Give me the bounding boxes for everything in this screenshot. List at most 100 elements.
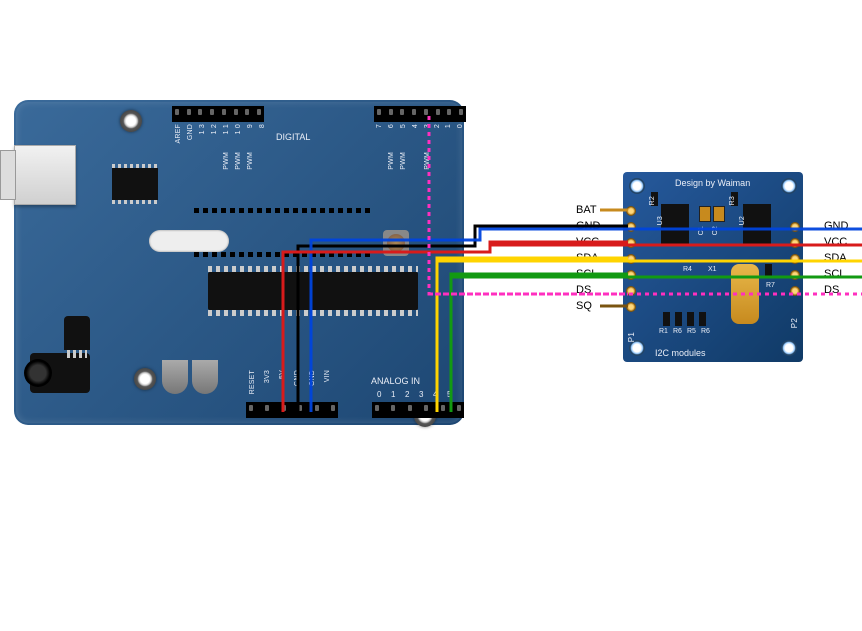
rtc-pin-vcc	[626, 238, 636, 248]
pin-label: 1 3	[199, 124, 206, 134]
ext-label: SQ	[576, 300, 592, 312]
analog-num: 0	[377, 390, 381, 399]
design-label: Design by Waiman	[675, 178, 750, 188]
ext-label: GND	[576, 220, 600, 232]
silk: P1	[627, 332, 636, 342]
header-strip	[372, 402, 464, 418]
power-label: RESET	[249, 370, 256, 394]
inner-socket-row	[194, 252, 370, 257]
silk: C1	[698, 226, 705, 235]
pin-label: 1	[445, 124, 452, 128]
voltage-regulator	[64, 316, 90, 350]
silk: R1	[659, 328, 668, 335]
silk: U3	[657, 216, 664, 225]
analog-num: 1	[391, 390, 395, 399]
pin-label: 2	[434, 124, 441, 128]
pin-label: 8	[259, 124, 266, 128]
rtc-pin-ds	[790, 286, 800, 296]
ext-label: VCC	[576, 236, 599, 248]
silk: C2	[712, 226, 719, 235]
power-label: 5V	[279, 370, 286, 379]
silk: R7	[766, 282, 775, 289]
ext-label: SDA	[824, 252, 847, 264]
ext-label: DS	[576, 284, 591, 296]
digital-label: DIGITAL	[276, 132, 310, 142]
smd-res	[699, 312, 706, 326]
pwm-label: PWM	[235, 152, 242, 170]
power-label: GND	[294, 370, 301, 386]
crystal	[731, 264, 759, 324]
smd-cap	[699, 206, 711, 222]
header-strip	[246, 402, 338, 418]
ext-label: SDA	[576, 252, 599, 264]
ext-label: GND	[824, 220, 848, 232]
pin-label: AREF	[175, 124, 182, 143]
rtc-pin-sq	[626, 302, 636, 312]
rtc-pin-sda	[626, 254, 636, 264]
pin-label: 5	[400, 124, 407, 128]
capacitor	[192, 360, 218, 394]
mount-hole	[781, 178, 797, 194]
smd-res	[663, 312, 670, 326]
smd-res	[675, 312, 682, 326]
wiring-diagram: AREF GND 1 3 1 2 1 1 1 0 9 8 DIGITAL 7 6…	[0, 0, 862, 631]
pin-label: 9	[247, 124, 254, 128]
rtc-pin-gnd	[626, 222, 636, 232]
pwm-label: PWM	[247, 152, 254, 170]
pwm-label: PWM	[223, 152, 230, 170]
arduino-board: AREF GND 1 3 1 2 1 1 1 0 9 8 DIGITAL 7 6…	[14, 100, 464, 425]
smd-cap	[713, 206, 725, 222]
ext-label: SCL	[576, 268, 597, 280]
silk: R6	[701, 328, 710, 335]
pin-label: 7	[376, 124, 383, 128]
usb-cable-stub	[0, 150, 16, 200]
pin-label: 6	[388, 124, 395, 128]
rtc-pin-ds	[626, 286, 636, 296]
header-strip	[172, 106, 264, 122]
usb-chip	[112, 168, 158, 200]
rtc-pin-sda	[790, 254, 800, 264]
power-label: 3V3	[264, 370, 271, 383]
pwm-label: PWM	[400, 152, 407, 170]
power-label: GND	[309, 370, 316, 386]
smd-res	[687, 312, 694, 326]
silk: P2	[790, 318, 799, 328]
pin-label: 4	[412, 124, 419, 128]
analog-num: 3	[419, 390, 423, 399]
analog-num: 5	[447, 390, 451, 399]
mount-hole	[781, 340, 797, 356]
inner-socket-row	[194, 208, 370, 213]
capacitor	[162, 360, 188, 394]
silk: U2	[739, 216, 746, 225]
pwm-label: PWM	[424, 152, 431, 170]
rtc-pin-gnd	[790, 222, 800, 232]
analog-num: 4	[433, 390, 437, 399]
rtc-pin-vcc	[790, 238, 800, 248]
silk: R5	[687, 328, 696, 335]
smd-res	[765, 264, 772, 278]
pin-label: GND	[187, 124, 194, 140]
ext-label: SCL	[824, 268, 845, 280]
rtc-module: Design by Waiman I2C modules R2 U3 R3 U2…	[623, 172, 803, 362]
mount-hole	[629, 178, 645, 194]
silk: R4	[683, 266, 692, 273]
mount-hole	[629, 340, 645, 356]
power-label: VIN	[324, 370, 331, 382]
rtc-ic	[661, 204, 689, 244]
pwm-label: PWM	[388, 152, 395, 170]
mount-hole	[134, 368, 156, 390]
ext-label: VCC	[824, 236, 847, 248]
rtc-pin-bat	[626, 206, 636, 216]
pin-label: 1 1	[223, 124, 230, 134]
analog-label: ANALOG IN	[371, 376, 420, 386]
rtc-pin-scl	[626, 270, 636, 280]
pin-label: 0	[457, 124, 464, 128]
atmega-chip	[208, 272, 418, 310]
rtc-pin-scl	[790, 270, 800, 280]
footer-label: I2C modules	[655, 348, 706, 358]
silk: R3	[729, 196, 736, 205]
silk: R6	[673, 328, 682, 335]
pin-label: 1 0	[235, 124, 242, 134]
silk: X1	[708, 266, 717, 273]
usb-connector	[14, 145, 76, 205]
